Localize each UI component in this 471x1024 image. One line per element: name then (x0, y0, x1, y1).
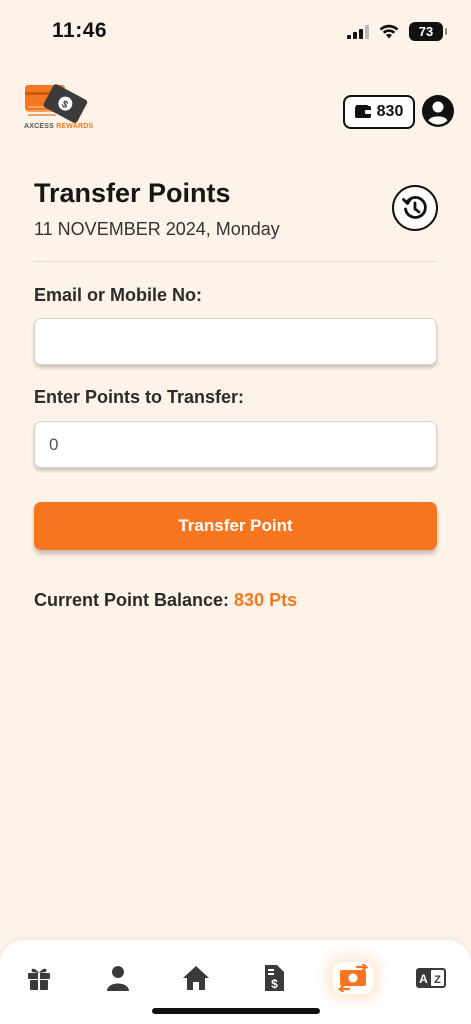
svg-text:Z: Z (434, 974, 441, 986)
page-date: 11 NOVEMBER 2024, Monday (34, 219, 280, 239)
home-indicator (152, 1008, 320, 1014)
battery-level: 73 (418, 24, 434, 39)
wallet-icon (354, 105, 371, 118)
status-bar: 11:46 73 (0, 0, 471, 60)
language-icon: A Z (416, 968, 446, 988)
nav-profile[interactable] (98, 962, 138, 994)
points-field-label: Enter Points to Transfer: (34, 387, 245, 407)
history-icon (402, 196, 427, 219)
balance-value: 830 Pts (234, 590, 298, 610)
email-field-label: Email or Mobile No: (34, 285, 203, 305)
header-divider (34, 261, 437, 262)
user-icon (107, 966, 129, 991)
transfer-money-icon (337, 964, 369, 992)
status-time: 11:46 (52, 19, 108, 42)
profile-icon[interactable] (422, 95, 454, 127)
logo-text: AXCESS REWARDS (24, 123, 93, 130)
invoice-icon: $ (265, 965, 284, 991)
status-icons: 73 (347, 22, 447, 41)
gift-icon (28, 968, 50, 990)
nav-home[interactable] (176, 962, 216, 994)
page-title: Transfer Points (34, 178, 231, 208)
logo-text-accent: REWARDS (56, 123, 94, 130)
battery-indicator: 73 (409, 22, 447, 41)
current-balance: Current Point Balance: 830 Pts (34, 590, 297, 611)
transfer-point-button[interactable]: Transfer Point (34, 502, 437, 550)
wallet-points-value: 830 (376, 103, 404, 120)
svg-text:$: $ (271, 977, 278, 991)
email-mobile-input[interactable] (34, 318, 437, 365)
svg-text:A: A (419, 972, 428, 986)
nav-language[interactable]: A Z (411, 962, 451, 994)
cellular-signal-icon (347, 24, 369, 39)
wallet-points-chip[interactable]: 830 (343, 95, 415, 129)
nav-gift[interactable] (19, 962, 59, 994)
history-button[interactable] (392, 185, 438, 231)
points-input[interactable] (34, 421, 437, 468)
home-icon (183, 966, 209, 990)
wifi-icon (379, 24, 399, 39)
nav-invoices[interactable]: $ (254, 962, 294, 994)
nav-transfer[interactable] (333, 962, 373, 994)
balance-label: Current Point Balance: (34, 590, 230, 610)
logo-text-main: AXCESS (24, 123, 54, 130)
